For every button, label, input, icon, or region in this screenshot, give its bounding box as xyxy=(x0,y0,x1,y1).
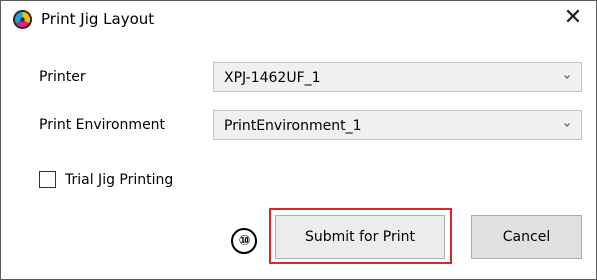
title-bar: Print Jig Layout ✕ xyxy=(1,1,596,35)
print-environment-select[interactable]: PrintEnvironment_1 xyxy=(213,110,582,140)
print-environment-label: Print Environment xyxy=(39,117,166,133)
printer-select-value: XPJ-1462UF_1 xyxy=(224,70,321,86)
cancel-button[interactable]: Cancel xyxy=(471,215,582,259)
submit-for-print-button[interactable]: Submit for Print xyxy=(275,215,445,259)
print-jig-layout-dialog: Print Jig Layout ✕ Printer XPJ-1462UF_1 … xyxy=(0,0,597,280)
step-callout-badge: ⑩ xyxy=(231,228,257,254)
app-color-wheel-icon xyxy=(13,10,32,29)
chevron-down-icon xyxy=(564,75,570,79)
printer-select[interactable]: XPJ-1462UF_1 xyxy=(213,62,582,92)
chevron-down-icon xyxy=(564,123,570,127)
trial-jig-printing-checkbox[interactable] xyxy=(39,171,56,188)
printer-label: Printer xyxy=(39,69,86,85)
close-icon[interactable]: ✕ xyxy=(556,4,590,32)
trial-jig-printing-label: Trial Jig Printing xyxy=(65,172,174,188)
print-environment-select-value: PrintEnvironment_1 xyxy=(224,118,362,134)
window-title: Print Jig Layout xyxy=(41,10,155,28)
